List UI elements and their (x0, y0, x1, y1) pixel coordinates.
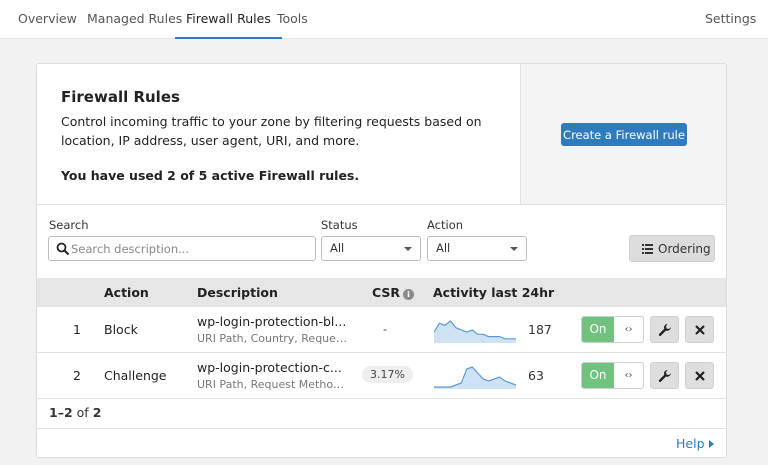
hero-text: Firewall Rules Control incoming traffic … (61, 88, 511, 183)
firewall-rules-card: Firewall Rules Control incoming traffic … (36, 63, 727, 458)
chevron-down-icon (510, 247, 518, 251)
rule-action: Block (104, 322, 138, 337)
rule-action: Challenge (104, 368, 167, 383)
code-arrows-icon: ‹› (624, 370, 633, 381)
search-icon (56, 242, 70, 256)
activity-sparkline (434, 320, 516, 343)
footer-divider (37, 428, 726, 429)
toggle-on-label: On (582, 317, 614, 342)
search-field[interactable] (48, 236, 316, 261)
edit-rule-button[interactable] (650, 362, 679, 389)
action-select[interactable]: All (427, 236, 527, 261)
rule-toggle[interactable]: On ‹› (581, 316, 644, 343)
status-select-value: All (330, 241, 345, 255)
page-description: Control incoming traffic to your zone by… (61, 114, 482, 148)
status-select[interactable]: All (321, 236, 421, 261)
caret-right-icon (708, 440, 714, 448)
ordering-label: Ordering (658, 241, 711, 256)
code-arrows-icon: ‹› (624, 324, 633, 335)
rule-toggle[interactable]: On ‹› (581, 362, 644, 389)
pagination-range: 1–2 (49, 405, 73, 420)
csr-header-label: CSR (372, 285, 401, 300)
activity-count: 63 (528, 368, 544, 383)
info-icon[interactable]: i (403, 289, 415, 300)
list-ordering-icon (642, 244, 653, 254)
rule-description[interactable]: wp-login-protection-c... (197, 360, 347, 375)
hero-section: Firewall Rules Control incoming traffic … (37, 64, 726, 205)
table-row: 2 Challenge wp-login-protection-c... URI… (37, 353, 726, 399)
help-label: Help (676, 436, 705, 451)
column-header-description: Description (197, 285, 278, 300)
wrench-icon (658, 324, 671, 336)
action-label: Action (427, 218, 464, 232)
delete-rule-button[interactable] (685, 362, 714, 389)
column-header-activity: Activity last 24hr (433, 285, 555, 300)
table-row: 1 Block wp-login-protection-bl... URI Pa… (37, 307, 726, 353)
rule-fields: URI Path, Request Method,... (197, 378, 347, 391)
rule-description[interactable]: wp-login-protection-bl... (197, 314, 347, 329)
status-label: Status (321, 218, 358, 232)
rule-fields: URI Path, Country, Request... (197, 332, 347, 345)
settings-link[interactable]: Settings (705, 0, 756, 39)
tab-overview[interactable]: Overview (18, 0, 77, 39)
rule-index: 1 (73, 322, 81, 337)
search-label: Search (49, 218, 89, 232)
edit-rule-button[interactable] (650, 316, 679, 343)
pagination-summary: 1–2 of 2 (49, 405, 101, 420)
column-header-action: Action (104, 285, 149, 300)
delete-rule-button[interactable] (685, 316, 714, 343)
tab-firewall-rules[interactable]: Firewall Rules (175, 0, 282, 39)
rule-index: 2 (73, 368, 81, 383)
search-input[interactable] (71, 239, 311, 258)
rule-csr: 3.17% (362, 366, 413, 383)
rule-csr: - (383, 322, 388, 336)
rule-usage-text: You have used 2 of 5 active Firewall rul… (61, 168, 360, 183)
rules-table-header: Action Description CSR i Activity last 24… (37, 278, 726, 307)
action-select-value: All (436, 241, 451, 255)
column-header-csr: CSR i (372, 278, 415, 307)
tab-managed-rules[interactable]: Managed Rules (87, 0, 182, 39)
pagination-total: 2 (92, 405, 102, 420)
chevron-down-icon (404, 247, 412, 251)
top-nav: Overview Managed Rules Firewall Rules To… (0, 0, 768, 39)
activity-sparkline (434, 366, 516, 389)
toggle-on-label: On (582, 363, 614, 388)
ordering-button[interactable]: Ordering (629, 235, 715, 262)
close-icon (695, 371, 705, 381)
close-icon (695, 325, 705, 335)
activity-count: 187 (528, 322, 552, 337)
help-link[interactable]: Help (676, 436, 714, 451)
wrench-icon (658, 370, 671, 382)
create-firewall-rule-button[interactable]: Create a Firewall rule (561, 123, 687, 146)
page-title: Firewall Rules (61, 88, 180, 106)
pagination-of: of (76, 405, 89, 420)
tab-tools[interactable]: Tools (277, 0, 308, 39)
hero-action-panel: Create a Firewall rule (520, 64, 726, 204)
